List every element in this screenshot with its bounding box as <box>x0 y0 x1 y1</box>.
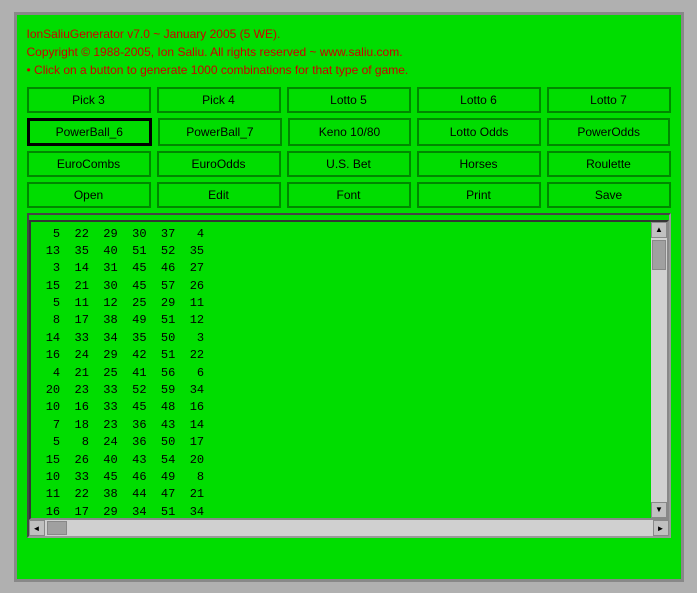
powerball6-button[interactable]: PowerBall_6 <box>27 118 153 146</box>
power-odds-button[interactable]: PowerOdds <box>547 118 671 146</box>
scroll-thumb[interactable] <box>652 240 666 270</box>
app-window: IonSaliuGenerator v7.0 ~ January 2005 (5… <box>14 12 684 582</box>
output-content: 5 22 29 30 37 4 13 35 40 51 52 35 3 14 3… <box>31 222 651 518</box>
header-text: IonSaliuGenerator v7.0 ~ January 2005 (5… <box>27 25 671 79</box>
scroll-track[interactable] <box>651 238 667 502</box>
pick3-button[interactable]: Pick 3 <box>27 87 151 113</box>
print-button[interactable]: Print <box>417 182 541 208</box>
roulette-button[interactable]: Roulette <box>547 151 671 177</box>
powerball7-button[interactable]: PowerBall_7 <box>158 118 282 146</box>
edit-button[interactable]: Edit <box>157 182 281 208</box>
keno-button[interactable]: Keno 10/80 <box>288 118 412 146</box>
us-bet-button[interactable]: U.S. Bet <box>287 151 411 177</box>
scroll-up-button[interactable]: ▲ <box>651 222 667 238</box>
scroll-down-button[interactable]: ▼ <box>651 502 667 518</box>
scroll-right-button[interactable]: ► <box>653 520 669 536</box>
header-line1: IonSaliuGenerator v7.0 ~ January 2005 (5… <box>27 25 671 43</box>
button-row-2: PowerBall_6 PowerBall_7 Keno 10/80 Lotto… <box>27 118 671 146</box>
lotto-odds-button[interactable]: Lotto Odds <box>417 118 541 146</box>
button-row-3: EuroCombs EuroOdds U.S. Bet Horses Roule… <box>27 151 671 177</box>
header-line2: Copyright © 1988-2005, Ion Saliu. All ri… <box>27 43 671 61</box>
open-button[interactable]: Open <box>27 182 151 208</box>
output-area: 5 22 29 30 37 4 13 35 40 51 52 35 3 14 3… <box>29 220 669 520</box>
vertical-scrollbar[interactable]: ▲ ▼ <box>651 222 667 518</box>
horizontal-scrollbar[interactable]: ◄ ► <box>29 520 669 536</box>
euro-combs-button[interactable]: EuroCombs <box>27 151 151 177</box>
lotto6-button[interactable]: Lotto 6 <box>417 87 541 113</box>
horses-button[interactable]: Horses <box>417 151 541 177</box>
lotto7-button[interactable]: Lotto 7 <box>547 87 671 113</box>
output-wrapper: 5 22 29 30 37 4 13 35 40 51 52 35 3 14 3… <box>27 213 671 538</box>
header-line3: • Click on a button to generate 1000 com… <box>27 61 671 79</box>
pick4-button[interactable]: Pick 4 <box>157 87 281 113</box>
h-scroll-track[interactable] <box>45 520 653 536</box>
save-button[interactable]: Save <box>547 182 671 208</box>
button-row-4: Open Edit Font Print Save <box>27 182 671 208</box>
euro-odds-button[interactable]: EuroOdds <box>157 151 281 177</box>
scroll-left-button[interactable]: ◄ <box>29 520 45 536</box>
lotto5-button[interactable]: Lotto 5 <box>287 87 411 113</box>
font-button[interactable]: Font <box>287 182 411 208</box>
button-row-1: Pick 3 Pick 4 Lotto 5 Lotto 6 Lotto 7 <box>27 87 671 113</box>
h-scroll-thumb[interactable] <box>47 521 67 535</box>
